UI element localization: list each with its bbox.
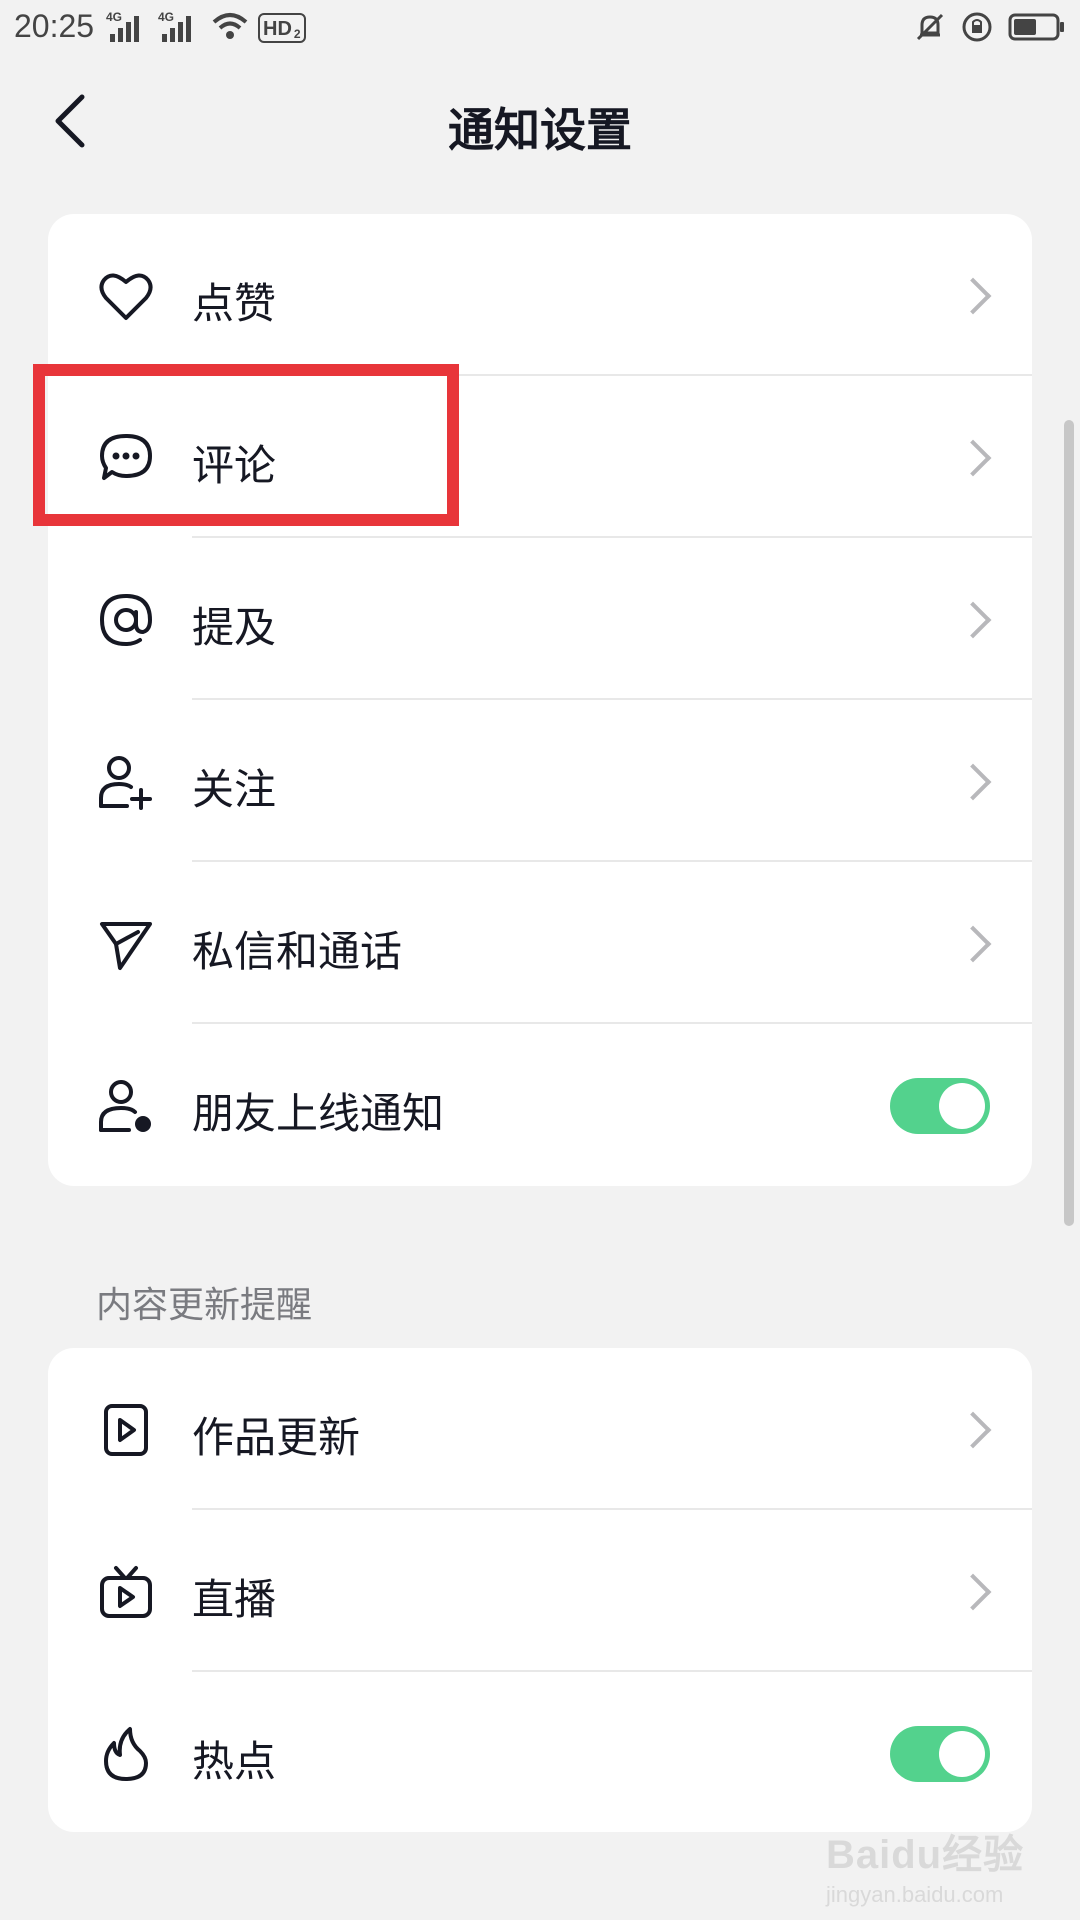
setting-row-comments[interactable]: 评论	[48, 376, 1032, 538]
chevron-right-icon	[954, 439, 992, 477]
status-time: 20:25	[14, 8, 95, 44]
user-online-icon	[96, 1076, 156, 1136]
content-update-card: 作品更新 直播 热点	[48, 1348, 1032, 1832]
signal-4g-icon: 4G	[106, 10, 150, 44]
setting-row-works-update[interactable]: 作品更新	[48, 1348, 1032, 1510]
setting-label: 直播	[192, 1575, 277, 1624]
watermark-main: Baidu经验	[826, 1833, 1025, 1877]
setting-row-likes[interactable]: 点赞	[48, 214, 1032, 376]
status-left-icons: 4G 4G HD 2	[106, 10, 306, 46]
setting-label: 作品更新	[192, 1413, 361, 1462]
nav-bar: 通知设置	[0, 56, 1080, 186]
setting-label: 点赞	[192, 279, 277, 328]
mute-bell-icon	[914, 11, 946, 47]
setting-label: 评论	[192, 441, 277, 490]
setting-label: 私信和通话	[192, 927, 403, 976]
friend-online-toggle[interactable]	[890, 1078, 990, 1134]
net-label-2: 4G	[158, 10, 175, 24]
page-title: 通知设置	[448, 103, 632, 157]
row-control	[824, 912, 994, 976]
row-control	[824, 264, 994, 328]
chevron-right-icon	[954, 277, 992, 315]
wifi-icon	[210, 10, 250, 46]
setting-row-messages-calls[interactable]: 私信和通话	[48, 862, 1032, 1024]
trending-toggle[interactable]	[890, 1726, 990, 1782]
hd-sub-label: 2	[293, 27, 301, 41]
heart-icon	[96, 266, 156, 326]
tv-icon	[96, 1562, 156, 1622]
signal-4g-icon-2: 4G	[158, 10, 202, 44]
setting-row-friend-online[interactable]: 朋友上线通知	[48, 1024, 1032, 1186]
status-bar: 20:25 4G 4G HD 2	[0, 0, 1080, 56]
setting-label: 热点	[192, 1737, 277, 1786]
setting-label: 朋友上线通知	[192, 1089, 445, 1138]
baidu-watermark: Baidu经验 jingyan.baidu.com	[826, 1822, 1046, 1907]
setting-label: 关注	[192, 765, 277, 814]
rotation-lock-icon	[960, 10, 994, 48]
chevron-right-icon	[954, 1411, 992, 1449]
row-control	[824, 1560, 994, 1624]
chevron-right-icon	[954, 763, 992, 801]
follow-user-icon	[96, 752, 156, 812]
row-control	[824, 588, 994, 652]
video-icon	[96, 1400, 156, 1460]
net-label-1: 4G	[106, 10, 123, 24]
row-control	[824, 750, 994, 814]
status-right-icons	[914, 10, 1066, 48]
setting-row-mentions[interactable]: 提及	[48, 538, 1032, 700]
setting-label: 提及	[192, 603, 277, 652]
notification-settings-card: 点赞 评论 提及 关注 私信和通话 朋友上线通知	[48, 214, 1032, 1186]
send-icon	[96, 914, 156, 974]
setting-row-follows[interactable]: 关注	[48, 700, 1032, 862]
scrollbar[interactable]	[1064, 420, 1074, 1226]
row-control	[824, 1722, 994, 1786]
flame-icon	[96, 1724, 156, 1784]
watermark-sub: jingyan.baidu.com	[826, 1882, 1004, 1907]
section-title: 内容更新提醒	[96, 1285, 313, 1326]
row-control	[824, 1398, 994, 1462]
hd-label: HD	[263, 18, 292, 40]
row-control	[824, 1074, 994, 1138]
hd-icon: HD 2	[258, 13, 306, 43]
chevron-right-icon	[954, 601, 992, 639]
battery-icon	[1008, 12, 1066, 46]
chevron-right-icon	[954, 1573, 992, 1611]
row-control	[824, 426, 994, 490]
setting-row-live[interactable]: 直播	[48, 1510, 1032, 1672]
at-icon	[96, 590, 156, 650]
comment-icon	[96, 428, 156, 488]
chevron-right-icon	[954, 925, 992, 963]
setting-row-trending[interactable]: 热点	[48, 1672, 1032, 1832]
